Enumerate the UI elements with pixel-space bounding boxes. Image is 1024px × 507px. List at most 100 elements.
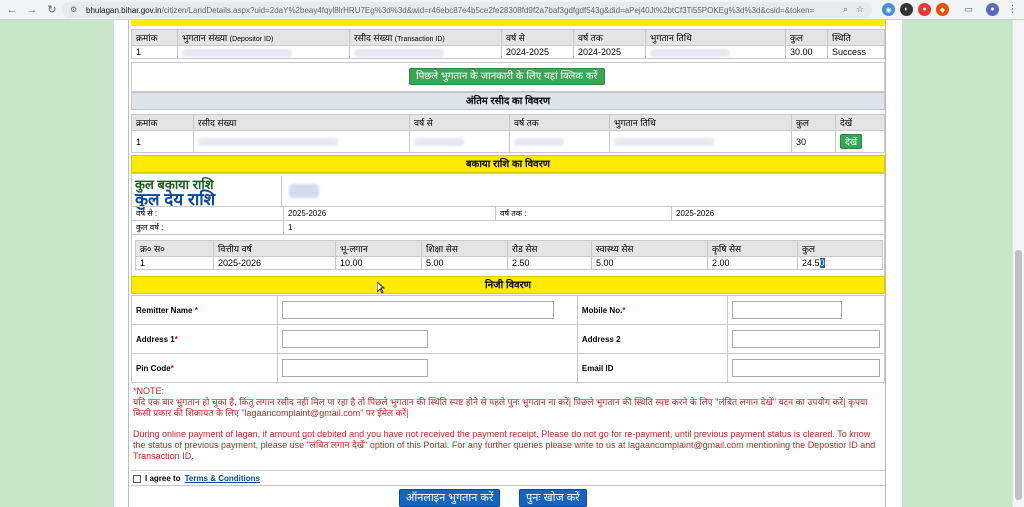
note-spacer xyxy=(133,419,883,429)
address1-label: Address 1* xyxy=(130,324,279,354)
reload-icon[interactable]: ↻ xyxy=(44,2,60,18)
agree-checkbox[interactable] xyxy=(133,474,141,483)
top-yellow-band xyxy=(131,20,885,26)
forward-arrow-icon[interactable]: → xyxy=(24,2,40,18)
url-domain: bhulagan.bihar.gov.in xyxy=(86,5,162,15)
email-label: Email ID xyxy=(576,353,729,383)
address1-cell xyxy=(277,324,578,354)
cell-status: Success xyxy=(827,45,885,59)
personal-details-form: Remitter Name * Mobile No.* Address 1* A… xyxy=(130,295,885,383)
table-row: 1 2025-2026 10.00 5.00 2.50 5.00 2.00 24… xyxy=(135,256,883,270)
cell-fin-year: 2025-2026 xyxy=(213,256,336,270)
col-transaction-sub: (Transaction ID) xyxy=(394,36,445,43)
redacted-value xyxy=(614,138,714,147)
cell-total[interactable]: 24.50 xyxy=(797,256,883,270)
col-transaction-label: रसीद संख्या xyxy=(354,33,393,43)
cell-education-cess: 5.00 xyxy=(421,256,508,270)
cell-sno: 1 xyxy=(131,45,178,59)
label-text: Remitter Name xyxy=(136,305,193,315)
col-total: कुल xyxy=(791,114,836,131)
redacted-value xyxy=(198,138,338,147)
col-fin-year: वित्तीय वर्ष xyxy=(213,240,336,257)
search-again-button[interactable]: पुनः खोज करें xyxy=(519,489,587,507)
col-total: कुल xyxy=(785,29,828,46)
profile-avatar-icon[interactable]: ● xyxy=(986,3,999,16)
col-view: देखें xyxy=(835,114,885,131)
cell-year-from xyxy=(409,130,510,153)
pincode-input[interactable] xyxy=(282,359,429,377)
total-text: 24.5 xyxy=(802,258,820,268)
col-depositor-label: भुगतान संख्या xyxy=(182,33,228,43)
terms-link[interactable]: Terms & Conditions xyxy=(185,474,260,483)
dues-header: बकाया राशि का विवरण xyxy=(131,155,885,173)
table-header-row: क्रमांक रसीद संख्या वर्ष से वर्ष तक भुगत… xyxy=(131,114,885,131)
col-health-cess: स्वास्थ्य सेस xyxy=(591,240,708,257)
col-status: स्थिति xyxy=(827,29,885,46)
agree-text: I agree to xyxy=(145,474,181,483)
table-row: 1 30 देखें xyxy=(131,130,885,153)
mobile-cell xyxy=(727,295,885,325)
table-header-row: क्रमांक भुगतान संख्या (Depositor ID) रसी… xyxy=(131,29,885,46)
cell-payment-date xyxy=(645,45,786,59)
menu-kebab-icon[interactable]: ⋮ xyxy=(1006,3,1019,16)
col-total: कुल xyxy=(797,240,883,257)
total-years-value: 1 xyxy=(283,220,885,235)
year-from-label: वर्ष से : xyxy=(131,206,284,221)
table-row: 1 2024-2025 2024-2025 30.00 Success xyxy=(131,45,885,59)
dues-breakdown-table: क्र० स० वित्तीय वर्ष भू-लगान शिक्षा सेस … xyxy=(135,240,883,270)
required-mark: * xyxy=(194,305,198,315)
address-bar[interactable]: ⚙ bhulagan.bihar.gov.in/citizen/LandDeta… xyxy=(62,2,872,18)
email-cell xyxy=(727,353,885,383)
address2-input[interactable] xyxy=(732,330,880,348)
site-info-icon[interactable]: ⚙ xyxy=(70,5,80,15)
label-text: Mobile No. xyxy=(581,305,623,315)
last-receipt-header: अंतिम रसीद का विवरण xyxy=(131,92,885,110)
url-path: /citizen/LandDetails.aspx?uid=2daY%2beay… xyxy=(161,5,815,15)
col-year-from: वर्ष से xyxy=(501,29,574,46)
tab-search-icon[interactable]: ▭ xyxy=(962,3,975,16)
cell-sno: 1 xyxy=(135,256,214,270)
col-depositor-id: भुगतान संख्या (Depositor ID) xyxy=(177,29,350,46)
cell-transaction-id xyxy=(349,45,502,59)
col-depositor-sub: (Depositor ID) xyxy=(229,36,274,43)
note-hindi: यदि एक बार भुगतान हो चुका है, किंतु लगान… xyxy=(133,397,868,418)
required-mark: * xyxy=(170,363,174,373)
pincode-label: Pin Code* xyxy=(130,353,279,383)
col-agri-cess: कृषि सेस xyxy=(707,240,798,257)
redacted-value xyxy=(354,48,444,57)
total-years-label: कुल वर्ष : xyxy=(131,220,284,235)
view-receipt-button[interactable]: देखें xyxy=(840,134,863,149)
zoom-icon[interactable]: ⌕ xyxy=(843,4,848,15)
extension-icon[interactable]: ◉ xyxy=(882,3,895,16)
col-sno: क्र० स० xyxy=(135,240,214,257)
note-english: During online payment of lagan, if amoun… xyxy=(133,429,876,461)
mobile-label: Mobile No.* xyxy=(576,295,729,325)
page-scrollbar[interactable] xyxy=(1012,20,1024,507)
address1-input[interactable] xyxy=(282,330,429,348)
back-arrow-icon[interactable]: ← xyxy=(4,2,20,18)
required-mark: * xyxy=(174,334,178,344)
email-input[interactable] xyxy=(732,359,880,377)
remitter-name-input[interactable] xyxy=(282,301,555,319)
col-payment-date: भुगतान तिथि xyxy=(645,29,786,46)
divider xyxy=(281,176,283,206)
pay-online-button[interactable]: ऑनलाइन भुगतान करें xyxy=(399,489,501,507)
year-to-value: 2025-2026 xyxy=(671,206,885,221)
page-margin-right xyxy=(886,20,902,507)
cell-agri-cess: 2.00 xyxy=(707,256,798,270)
mouse-cursor-icon xyxy=(377,282,385,294)
dues-years-table: वर्ष से : 2025-2026 वर्ष तक : 2025-2026 … xyxy=(131,206,885,235)
extension-icon[interactable]: ◆ xyxy=(936,3,949,16)
selected-text: 0 xyxy=(819,258,825,268)
extension-icon[interactable]: ◐ xyxy=(900,3,913,16)
bookmark-star-icon[interactable]: ☆ xyxy=(856,4,864,15)
previous-payments-button[interactable]: पिछले भुगतान के जानकारी के लिए यहां क्लि… xyxy=(409,68,605,85)
form-row: Address 1* Address 2 xyxy=(130,324,885,354)
mobile-input[interactable] xyxy=(732,301,842,319)
extension-icon[interactable]: ● xyxy=(918,3,931,16)
scrollbar-thumb[interactable] xyxy=(1015,250,1022,500)
pincode-cell xyxy=(277,353,578,383)
col-sno: क्रमांक xyxy=(131,114,194,131)
col-transaction-id: रसीद संख्या (Transaction ID) xyxy=(349,29,502,46)
cell-total: 30.00 xyxy=(785,45,828,59)
